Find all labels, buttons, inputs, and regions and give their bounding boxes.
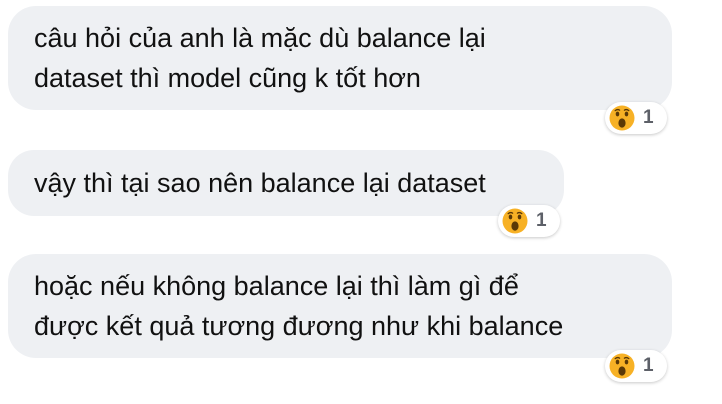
reaction-badge[interactable]: 1	[605, 102, 667, 134]
wow-face-icon	[609, 353, 635, 379]
message-bubble[interactable]: hoặc nếu không balance lại thì làm gì để…	[8, 254, 672, 358]
reaction-count: 1	[643, 107, 654, 128]
message-text-line: vậy thì tại sao nên balance lại dataset	[34, 168, 486, 198]
message-text-line: câu hỏi của anh là mặc dù balance lại	[34, 23, 486, 53]
message-text-line: hoặc nếu không balance lại thì làm gì để	[34, 271, 519, 301]
message-text-line: dataset thì model cũng k tốt hơn	[34, 63, 421, 93]
message-bubble[interactable]: câu hỏi của anh là mặc dù balance lại da…	[8, 6, 672, 110]
reaction-badge[interactable]: 1	[498, 205, 560, 237]
message-bubble[interactable]: vậy thì tại sao nên balance lại dataset	[8, 150, 564, 216]
reaction-badge[interactable]: 1	[605, 350, 667, 382]
reaction-count: 1	[536, 210, 547, 231]
wow-face-icon	[609, 105, 635, 131]
message-text-line: được kết quả tương đương như khi balance	[34, 311, 564, 341]
message-thread: câu hỏi của anh là mặc dù balance lại da…	[0, 0, 722, 404]
reaction-count: 1	[643, 355, 654, 376]
wow-face-icon	[502, 208, 528, 234]
